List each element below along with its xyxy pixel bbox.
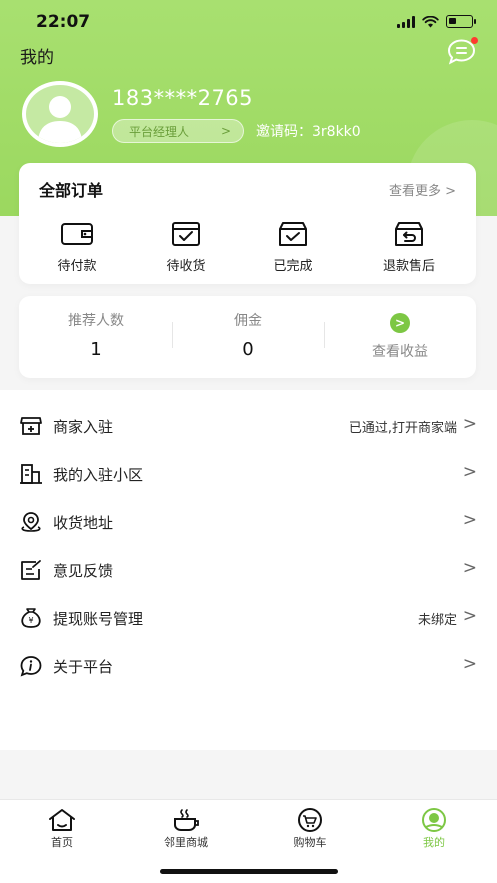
referrals-label: 推荐人数 bbox=[68, 313, 124, 329]
avatar[interactable] bbox=[22, 81, 98, 147]
order-status-label: 待收货 bbox=[166, 259, 206, 274]
commission-stat[interactable]: 佣金 0 bbox=[173, 310, 323, 360]
menu-item-shipping-address[interactable]: 收货地址 > bbox=[0, 498, 497, 546]
battery-icon bbox=[446, 15, 476, 28]
box-done-icon bbox=[279, 222, 307, 246]
signal-icon bbox=[397, 15, 415, 28]
chevron-right-icon: > bbox=[462, 510, 477, 530]
building-icon bbox=[20, 464, 42, 484]
status-time: 22:07 bbox=[36, 12, 91, 32]
invite-label: 邀请码： bbox=[256, 124, 312, 140]
location-icon bbox=[21, 512, 41, 532]
info-icon bbox=[20, 656, 42, 677]
tab-home[interactable]: 首页 bbox=[17, 808, 107, 850]
chevron-right-icon: > bbox=[462, 654, 477, 674]
tab-cart[interactable]: 购物车 bbox=[265, 808, 355, 850]
tab-profile[interactable]: 我的 bbox=[389, 808, 479, 850]
view-more-orders-link[interactable]: 查看更多 > bbox=[389, 180, 456, 199]
view-income-button[interactable]: > 查看收益 bbox=[325, 312, 475, 361]
menu-item-label: 意见反馈 bbox=[53, 562, 114, 580]
menu-item-label: 我的入驻小区 bbox=[53, 466, 144, 484]
view-income-label: 查看收益 bbox=[372, 344, 428, 360]
wifi-icon bbox=[422, 15, 439, 27]
return-icon bbox=[395, 222, 423, 246]
chevron-right-icon: > bbox=[462, 414, 477, 434]
settings-menu: 商家入驻 已通过,打开商家端 > 我的入驻小区 > 收货地址 > 意见反馈 > … bbox=[0, 390, 497, 750]
orders-card: 全部订单 查看更多 > 待付款 待收货 已完成 退款售后 bbox=[19, 163, 476, 284]
menu-item-my-community[interactable]: 我的入驻小区 > bbox=[0, 450, 497, 498]
menu-item-label: 商家入驻 bbox=[53, 418, 114, 436]
menu-item-label: 提现账号管理 bbox=[53, 610, 144, 628]
invite-code-value: 3r8kk0 bbox=[312, 124, 361, 140]
referrals-stat[interactable]: 推荐人数 1 bbox=[21, 310, 171, 360]
cup-icon bbox=[174, 809, 199, 831]
referrals-value: 1 bbox=[90, 339, 102, 360]
menu-item-about-platform[interactable]: 关于平台 > bbox=[0, 642, 497, 690]
orders-title: 全部订单 bbox=[39, 181, 104, 200]
arrow-circle-icon: > bbox=[390, 313, 410, 333]
order-pending-receipt[interactable]: 待收货 bbox=[146, 221, 226, 274]
order-status-label: 待付款 bbox=[57, 259, 97, 274]
menu-item-feedback[interactable]: 意见反馈 > bbox=[0, 546, 497, 594]
home-icon bbox=[49, 809, 75, 831]
tab-label: 购物车 bbox=[293, 836, 327, 849]
cart-icon bbox=[298, 808, 322, 832]
money-bag-icon: ¥ bbox=[21, 608, 41, 628]
merchant-icon bbox=[20, 417, 42, 435]
earnings-card: 推荐人数 1 佣金 0 > 查看收益 bbox=[19, 296, 476, 378]
tab-label: 首页 bbox=[51, 836, 73, 849]
tab-neighborhood-mall[interactable]: 邻里商城 bbox=[141, 808, 231, 850]
feedback-icon bbox=[21, 560, 41, 580]
commission-value: 0 bbox=[242, 339, 254, 360]
box-check-icon bbox=[172, 222, 200, 246]
home-indicator bbox=[160, 869, 338, 874]
username: 183****2765 bbox=[112, 86, 254, 110]
chevron-right-icon: > bbox=[462, 558, 477, 578]
unread-dot bbox=[471, 37, 478, 44]
status-bar: 22:07 bbox=[0, 0, 497, 44]
status-icons bbox=[397, 15, 476, 28]
tab-label: 我的 bbox=[423, 836, 445, 849]
chevron-right-icon: > bbox=[220, 124, 231, 138]
order-completed[interactable]: 已完成 bbox=[253, 221, 333, 274]
commission-label: 佣金 bbox=[234, 313, 262, 329]
wallet-icon bbox=[61, 223, 93, 245]
menu-item-label: 关于平台 bbox=[53, 658, 114, 676]
order-status-label: 退款售后 bbox=[382, 259, 435, 274]
order-refund-aftersales[interactable]: 退款售后 bbox=[369, 221, 449, 274]
menu-item-withdraw-account[interactable]: ¥ 提现账号管理 未绑定 > bbox=[0, 594, 497, 642]
merchant-status: 已通过,打开商家端 bbox=[348, 421, 457, 436]
user-silhouette-icon bbox=[38, 96, 82, 143]
withdraw-account-status: 未绑定 bbox=[417, 613, 457, 628]
role-badge[interactable]: 平台经理人 > bbox=[112, 119, 244, 143]
chevron-right-icon: > bbox=[462, 462, 477, 482]
tab-label: 邻里商城 bbox=[164, 836, 208, 849]
page-title: 我的 bbox=[20, 48, 54, 68]
order-status-label: 已完成 bbox=[273, 259, 313, 274]
role-label: 平台经理人 bbox=[129, 124, 190, 139]
menu-item-label: 收货地址 bbox=[53, 514, 114, 532]
chevron-right-icon: > bbox=[462, 606, 477, 626]
svg-text:¥: ¥ bbox=[28, 616, 33, 625]
menu-item-merchant[interactable]: 商家入驻 已通过,打开商家端 > bbox=[0, 402, 497, 450]
profile-icon bbox=[422, 808, 446, 832]
invite-code: 邀请码：3r8kk0 bbox=[256, 121, 361, 141]
order-pending-payment[interactable]: 待付款 bbox=[37, 221, 117, 274]
